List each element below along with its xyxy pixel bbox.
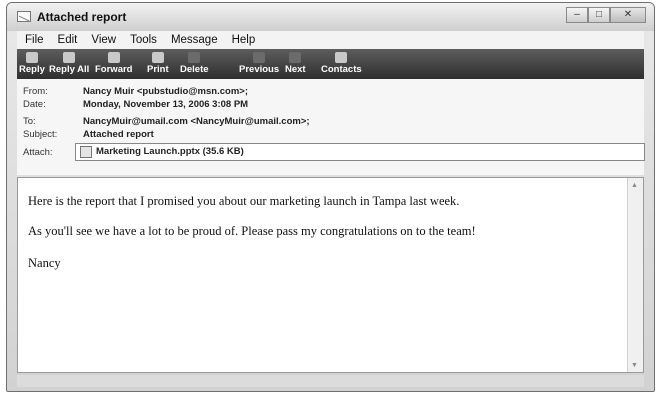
contacts-button[interactable]: Contacts (321, 52, 362, 75)
subject-label: Subject: (23, 129, 58, 140)
forward-icon (107, 52, 120, 63)
date-label: Date: (23, 99, 46, 110)
menu-help[interactable]: Help (232, 34, 256, 46)
maximize-button[interactable]: □ (588, 7, 610, 23)
delete-button[interactable]: Delete (180, 52, 209, 75)
attachment-link[interactable]: Marketing Launch.pptx (35.6 KB) (96, 146, 244, 157)
from-value[interactable]: Nancy Muir <pubstudio@msn.com>; (83, 86, 248, 97)
message-paragraph: Here is the report that I promised you a… (28, 194, 460, 208)
to-label: To: (23, 116, 36, 127)
envelope-icon (17, 11, 31, 22)
vertical-scrollbar[interactable]: ▲ ▼ (627, 178, 643, 372)
menu-message[interactable]: Message (171, 34, 218, 46)
menu-file[interactable]: File (25, 34, 44, 46)
window-title: Attached report (37, 10, 127, 24)
status-bar (17, 375, 644, 387)
mail-window: Attached report – □ ✕ File Edit View Too… (6, 2, 655, 392)
minimize-button[interactable]: – (566, 7, 588, 23)
menu-tools[interactable]: Tools (130, 34, 157, 46)
contacts-icon (335, 52, 348, 63)
reply-button[interactable]: Reply (19, 52, 45, 75)
previous-arrow-icon (253, 52, 266, 63)
forward-button[interactable]: Forward (95, 52, 132, 75)
message-paragraph: As you'll see we have a lot to be proud … (28, 224, 476, 238)
powerpoint-file-icon (80, 146, 92, 158)
message-signature: Nancy (28, 256, 61, 270)
message-body[interactable]: Here is the report that I promised you a… (17, 177, 644, 373)
toolbar: Reply Reply All Forward Print Delete Pre… (17, 49, 644, 79)
date-value: Monday, November 13, 2006 3:08 PM (83, 99, 249, 110)
previous-button[interactable]: Previous (239, 52, 279, 75)
menu-edit[interactable]: Edit (58, 34, 78, 46)
reply-icon (25, 52, 38, 63)
next-button[interactable]: Next (285, 52, 306, 75)
reply-all-icon (63, 52, 76, 63)
reply-all-button[interactable]: Reply All (49, 52, 89, 75)
to-value[interactable]: NancyMuir@umail.com <NancyMuir@umail.com… (83, 116, 310, 127)
next-arrow-icon (289, 52, 302, 63)
scroll-down-icon[interactable]: ▼ (631, 361, 638, 369)
title-bar[interactable]: Attached report – □ ✕ (7, 3, 654, 31)
attach-label: Attach: (23, 147, 53, 158)
attachment-field[interactable]: Marketing Launch.pptx (35.6 KB) (75, 143, 645, 161)
menu-bar: File Edit View Tools Message Help (17, 31, 644, 49)
print-icon (151, 52, 164, 63)
from-label: From: (23, 86, 48, 97)
subject-value: Attached report (83, 129, 154, 140)
delete-icon (188, 52, 201, 63)
scroll-up-icon[interactable]: ▲ (631, 181, 638, 189)
print-button[interactable]: Print (147, 52, 169, 75)
close-button[interactable]: ✕ (610, 7, 646, 23)
message-headers: From: Nancy Muir <pubstudio@msn.com>; Da… (17, 79, 645, 175)
menu-view[interactable]: View (91, 34, 116, 46)
